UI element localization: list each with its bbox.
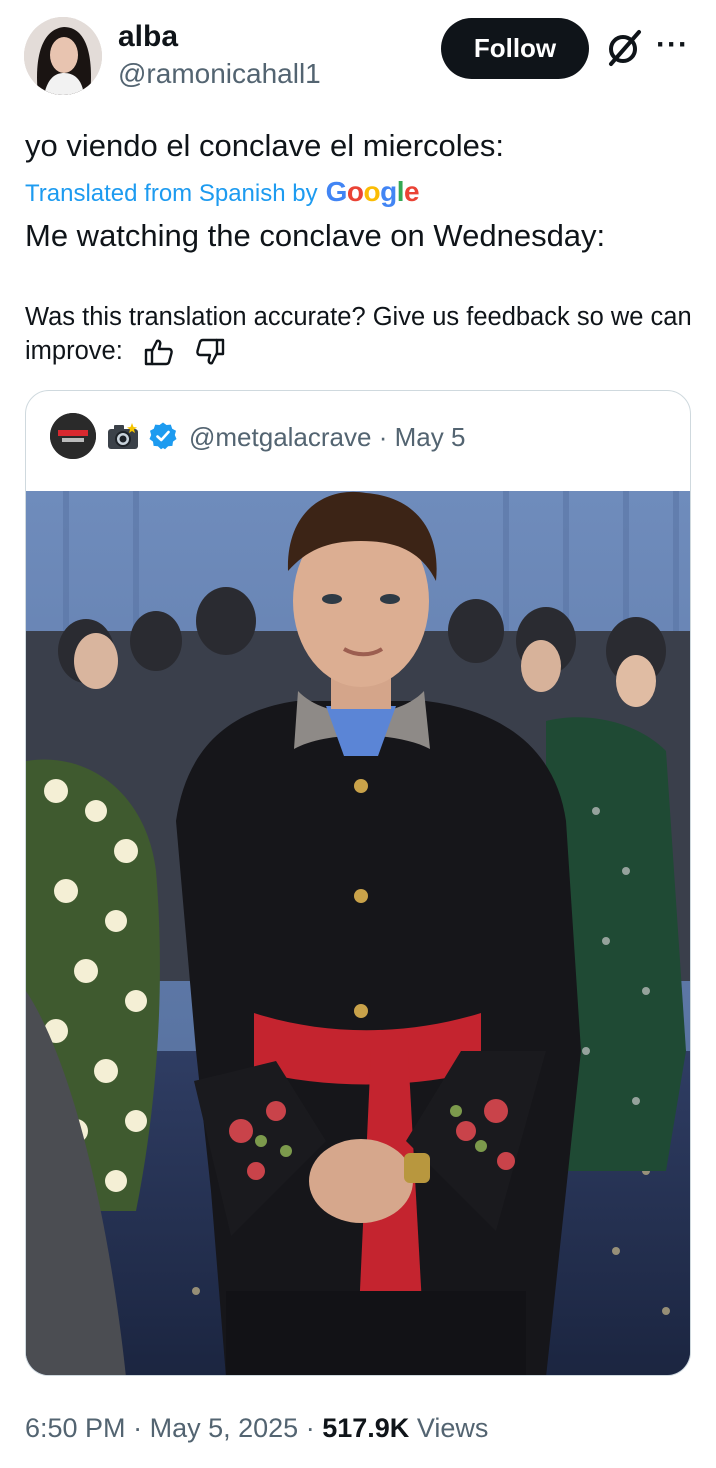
tweet-time[interactable]: 6:50 PM <box>25 1413 126 1443</box>
event-photo <box>26 491 690 1375</box>
footer-separator: · <box>305 1413 315 1443</box>
quoted-handle[interactable]: @metgalacrave <box>189 422 371 452</box>
tweet-photo[interactable] <box>26 491 690 1375</box>
google-logo: Google <box>325 176 420 208</box>
translated-from-label: Translated from Spanish by <box>25 180 318 207</box>
google-letter: o <box>346 176 364 207</box>
quoted-date[interactable]: May 5 <box>395 422 466 452</box>
google-letter: l <box>396 176 405 207</box>
tweet-footer: 6:50 PM · May 5, 2025 · 517.9K Views <box>25 1413 488 1444</box>
avatar-image <box>24 17 102 95</box>
translated-text: Me watching the conclave on Wednesday: <box>25 218 606 253</box>
views-label[interactable]: Views <box>417 1413 489 1443</box>
thumbs-up-icon[interactable] <box>144 337 174 367</box>
feedback-prompt: Was this translation accurate? Give us f… <box>25 303 692 365</box>
display-name[interactable]: alba <box>118 20 178 54</box>
views-count: 517.9K <box>322 1413 410 1443</box>
verified-badge-icon <box>148 421 178 451</box>
grok-icon[interactable] <box>604 28 644 68</box>
meta-separator: · <box>378 422 388 452</box>
google-letter: g <box>380 176 397 207</box>
quoted-avatar-image <box>50 413 96 459</box>
avatar[interactable] <box>24 17 102 95</box>
quoted-tweet-card[interactable]: @metgalacrave · May 5 <box>25 390 691 1376</box>
tweet-date[interactable]: May 5, 2025 <box>150 1413 299 1443</box>
google-letter: G <box>325 176 348 207</box>
google-letter: o <box>363 176 381 207</box>
camera-emoji-icon <box>106 421 140 451</box>
google-letter: e <box>403 176 420 207</box>
translation-attribution[interactable]: Translated from Spanish by Google <box>25 176 420 208</box>
follow-button[interactable]: Follow <box>441 18 589 79</box>
quoted-meta: @metgalacrave · May 5 <box>189 422 465 453</box>
user-handle[interactable]: @ramonicahall1 <box>118 58 321 90</box>
quoted-avatar[interactable] <box>50 413 96 459</box>
footer-separator: · <box>133 1413 143 1443</box>
translation-feedback: Was this translation accurate? Give us f… <box>25 300 705 368</box>
more-icon[interactable]: ··· <box>656 30 689 60</box>
tweet-text: yo viendo el conclave el miercoles: <box>25 128 505 163</box>
thumbs-down-icon[interactable] <box>195 337 225 367</box>
